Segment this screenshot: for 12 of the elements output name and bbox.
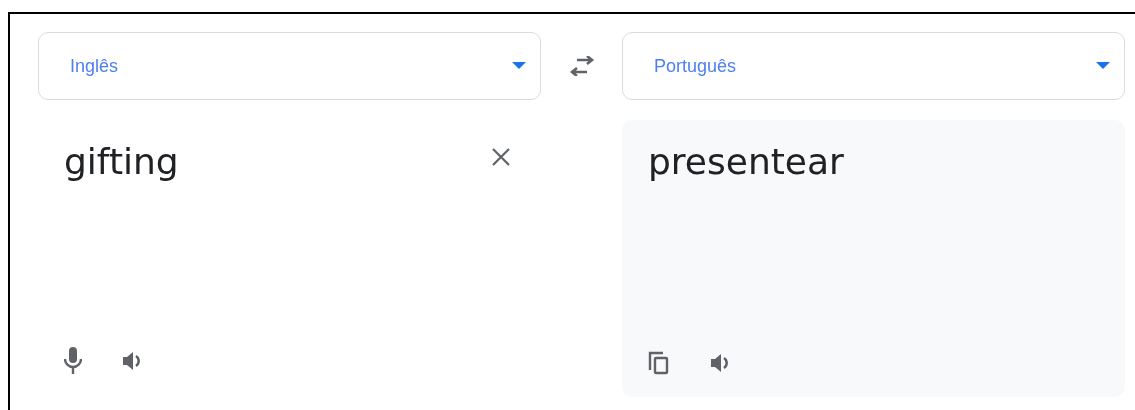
language-dropdown[interactable]: Inglês	[38, 32, 541, 100]
source-text[interactable]: gifting	[64, 140, 179, 184]
listen-button[interactable]	[122, 350, 142, 372]
clear-button[interactable]	[491, 147, 511, 167]
copy-button[interactable]	[648, 351, 670, 375]
listen-button[interactable]	[710, 352, 730, 374]
dropdown-caret-icon	[512, 62, 526, 70]
dropdown-caret-icon	[1096, 62, 1110, 70]
language-dropdown[interactable]: Português	[622, 32, 1125, 100]
swap-languages-button[interactable]	[568, 56, 595, 76]
microphone-button[interactable]	[64, 347, 82, 375]
translated-text: presentear	[648, 140, 844, 184]
